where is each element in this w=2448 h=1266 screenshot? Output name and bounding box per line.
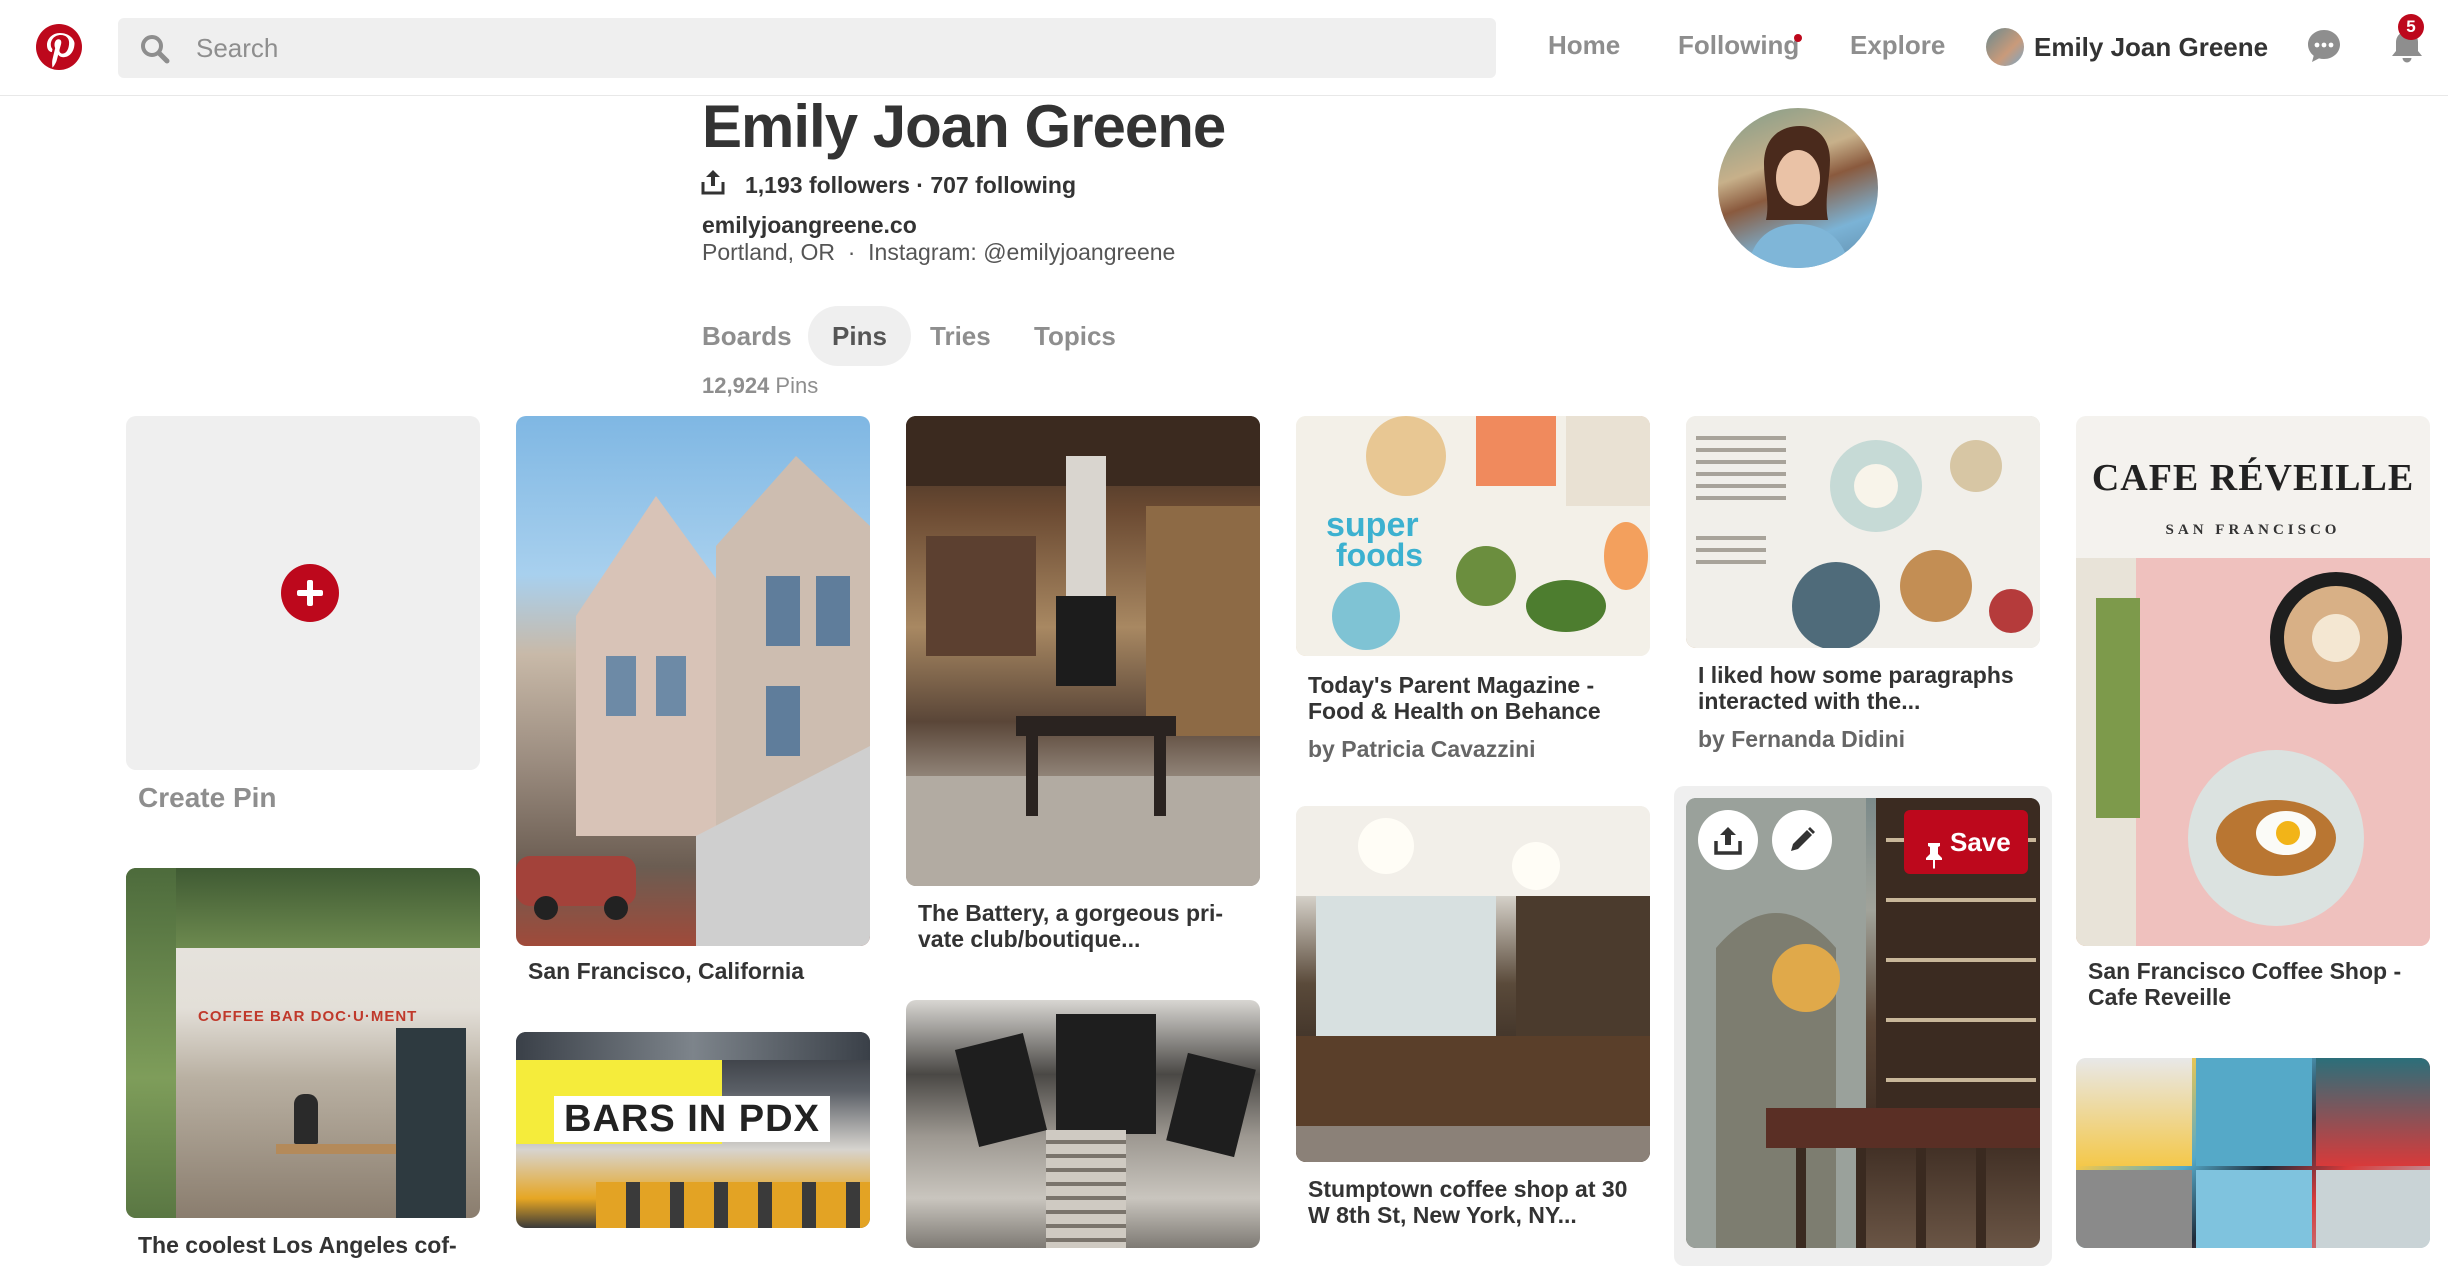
pin-count-number: 12,924	[702, 373, 770, 398]
save-label: Save	[1950, 827, 2011, 857]
pin-count-label: Pins	[769, 373, 819, 398]
pin-image-title: CAFE RÉVEILLE	[2091, 457, 2415, 499]
profile-website[interactable]: emilyjoangreene.co	[702, 212, 917, 239]
pin-image-bars-in-pdx[interactable]: BARS IN PDX	[516, 1032, 870, 1228]
follow-stats[interactable]: 1,193 followers · 707 following	[745, 172, 1076, 199]
tab-pins[interactable]: Pins	[808, 306, 911, 366]
create-pin-card[interactable]	[126, 416, 480, 770]
pin-attribution[interactable]: by Patricia Cavazzini	[1308, 736, 1536, 763]
pin-image-stumptown[interactable]	[1296, 806, 1650, 1162]
tab-boards[interactable]: Boards	[678, 306, 816, 366]
nav-explore[interactable]: Explore	[1850, 30, 1945, 61]
chat-icon[interactable]	[2306, 28, 2342, 69]
pinterest-logo-icon[interactable]	[36, 24, 82, 70]
pin-caption[interactable]: I liked how some paragraphs interacted w…	[1698, 662, 2014, 714]
pin-caption[interactable]: Stumptown coffee shop at 30 W 8th St, Ne…	[1308, 1176, 1627, 1228]
pin-image-the-battery[interactable]	[906, 416, 1260, 886]
share-pin-button[interactable]	[1698, 810, 1758, 870]
cafe-photo	[2076, 558, 2430, 946]
search-icon	[140, 34, 170, 69]
pin-image-restaurant-menu[interactable]	[906, 1000, 1260, 1248]
share-icon	[1714, 827, 1742, 855]
svg-text:foods: foods	[1336, 537, 1423, 573]
following-new-dot	[1794, 34, 1802, 42]
save-button[interactable]: Save	[1904, 810, 2028, 874]
pin-image-coffee-bar[interactable]: COFFEE BAR DOC·U·MENT	[126, 868, 480, 1218]
nav-home[interactable]: Home	[1548, 30, 1620, 61]
pin-image-san-francisco[interactable]	[516, 416, 870, 946]
pin-caption[interactable]: Today's Parent Magazine - Food & Health …	[1308, 672, 1601, 724]
pin-image-cafe-reveille[interactable]: CAFE RÉVEILLE SAN FRANCISCO	[2076, 416, 2430, 946]
search-bar[interactable]	[118, 18, 1496, 78]
avatar	[1986, 28, 2024, 66]
pin-caption[interactable]: San Francisco Coffee Shop - Cafe Reveill…	[2088, 958, 2401, 1010]
pin-image-collage[interactable]	[2076, 1058, 2430, 1248]
create-pin-label[interactable]: Create Pin	[138, 782, 277, 814]
pin-caption[interactable]: The coolest Los Angeles cof-	[138, 1232, 457, 1258]
notification-badge: 5	[2398, 14, 2424, 40]
pin-attribution[interactable]: by Fernanda Didini	[1698, 726, 1905, 753]
profile-avatar[interactable]	[1718, 108, 1878, 268]
edit-pin-button[interactable]	[1772, 810, 1832, 870]
pin-caption[interactable]: The Battery, a gorgeous pri- vate club/b…	[918, 900, 1223, 952]
pin-count: 12,924 Pins	[702, 373, 818, 399]
profile-name: Emily Joan Greene	[702, 93, 1226, 160]
pin-image-text: COFFEE BAR DOC·U·MENT	[198, 1008, 418, 1025]
user-name: Emily Joan Greene	[2034, 32, 2269, 62]
pin-image-todays-parent[interactable]: super foods	[1296, 416, 1650, 656]
pin-image-subtitle: SAN FRANCISCO	[2165, 522, 2341, 538]
pin-caption[interactable]: San Francisco, California	[528, 958, 804, 984]
pin-image-text: BARS IN PDX	[554, 1096, 830, 1142]
profile-location: Portland, OR · Instagram: @emilyjoangree…	[702, 239, 1176, 265]
pin-image-paragraphs[interactable]	[1686, 416, 2040, 648]
search-input[interactable]	[196, 18, 1456, 78]
pushpin-icon	[1924, 828, 1944, 892]
share-icon[interactable]	[700, 168, 726, 201]
edit-icon	[1791, 827, 1815, 851]
nav-following[interactable]: Following	[1678, 30, 1799, 61]
tab-topics[interactable]: Topics	[1010, 306, 1140, 366]
top-bar: Home Following Explore Emily Joan Greene…	[0, 0, 2448, 96]
tab-tries[interactable]: Tries	[906, 306, 1015, 366]
plus-icon[interactable]	[281, 564, 339, 622]
